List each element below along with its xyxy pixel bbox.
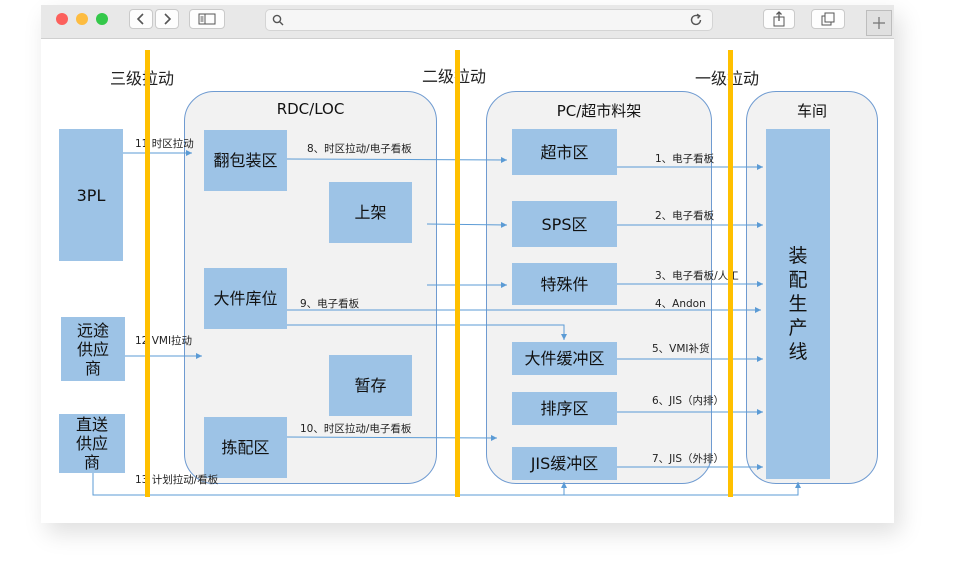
chevron-left-icon (136, 13, 144, 25)
arrow-8 (286, 156, 508, 163)
label-1: 1、电子看板 (655, 153, 715, 165)
sidebar-button[interactable] (189, 9, 225, 29)
label-5: 5、VMI补货 (652, 343, 710, 355)
new-tab-button[interactable] (866, 10, 892, 36)
address-bar[interactable] (265, 9, 713, 31)
new-tab-icon (873, 17, 885, 29)
label-4: 4、Andon (655, 298, 706, 310)
label-11: 11 时区拉动 (135, 138, 194, 150)
minimize-window-button[interactable] (76, 13, 88, 25)
tier1-bar (728, 50, 733, 497)
share-icon (773, 11, 785, 27)
diagram-canvas: 三级拉动 二级拉动 一级拉动 RDC/LOC PC/超市料架 车间 3PL 远途… (41, 39, 894, 523)
label-3: 3、电子看板/人工 (655, 270, 739, 282)
label-10: 10、时区拉动/电子看板 (300, 423, 412, 435)
label-7: 7、JIS（外排） (652, 453, 725, 465)
search-icon (272, 14, 284, 26)
zoom-window-button[interactable] (96, 13, 108, 25)
label-8: 8、时区拉动/电子看板 (307, 143, 412, 155)
browser-window: 三级拉动 二级拉动 一级拉动 RDC/LOC PC/超市料架 车间 3PL 远途… (41, 5, 894, 523)
arrow-10 (286, 434, 498, 441)
share-button[interactable] (763, 9, 795, 29)
tier3-bar (145, 50, 150, 497)
reload-icon[interactable] (689, 13, 703, 27)
forward-button[interactable] (155, 9, 179, 29)
arrow-13b (564, 482, 801, 496)
tabs-icon (821, 12, 835, 26)
label-12: 12 VMI拉动 (135, 335, 193, 347)
label-2: 2、电子看板 (655, 210, 715, 222)
label-6: 6、JIS（内排） (652, 395, 725, 407)
close-window-button[interactable] (56, 13, 68, 25)
browser-toolbar (41, 5, 894, 39)
flow-arrows (92, 150, 801, 496)
chevron-right-icon (164, 13, 172, 25)
sidebar-icon (198, 13, 216, 25)
label-9: 9、电子看板 (300, 298, 360, 310)
tabs-button[interactable] (811, 9, 845, 29)
arrow-shelve-sps (426, 221, 508, 228)
back-button[interactable] (129, 9, 153, 29)
arrow-large-to-buffer (287, 324, 567, 340)
tier2-bar (455, 50, 460, 497)
